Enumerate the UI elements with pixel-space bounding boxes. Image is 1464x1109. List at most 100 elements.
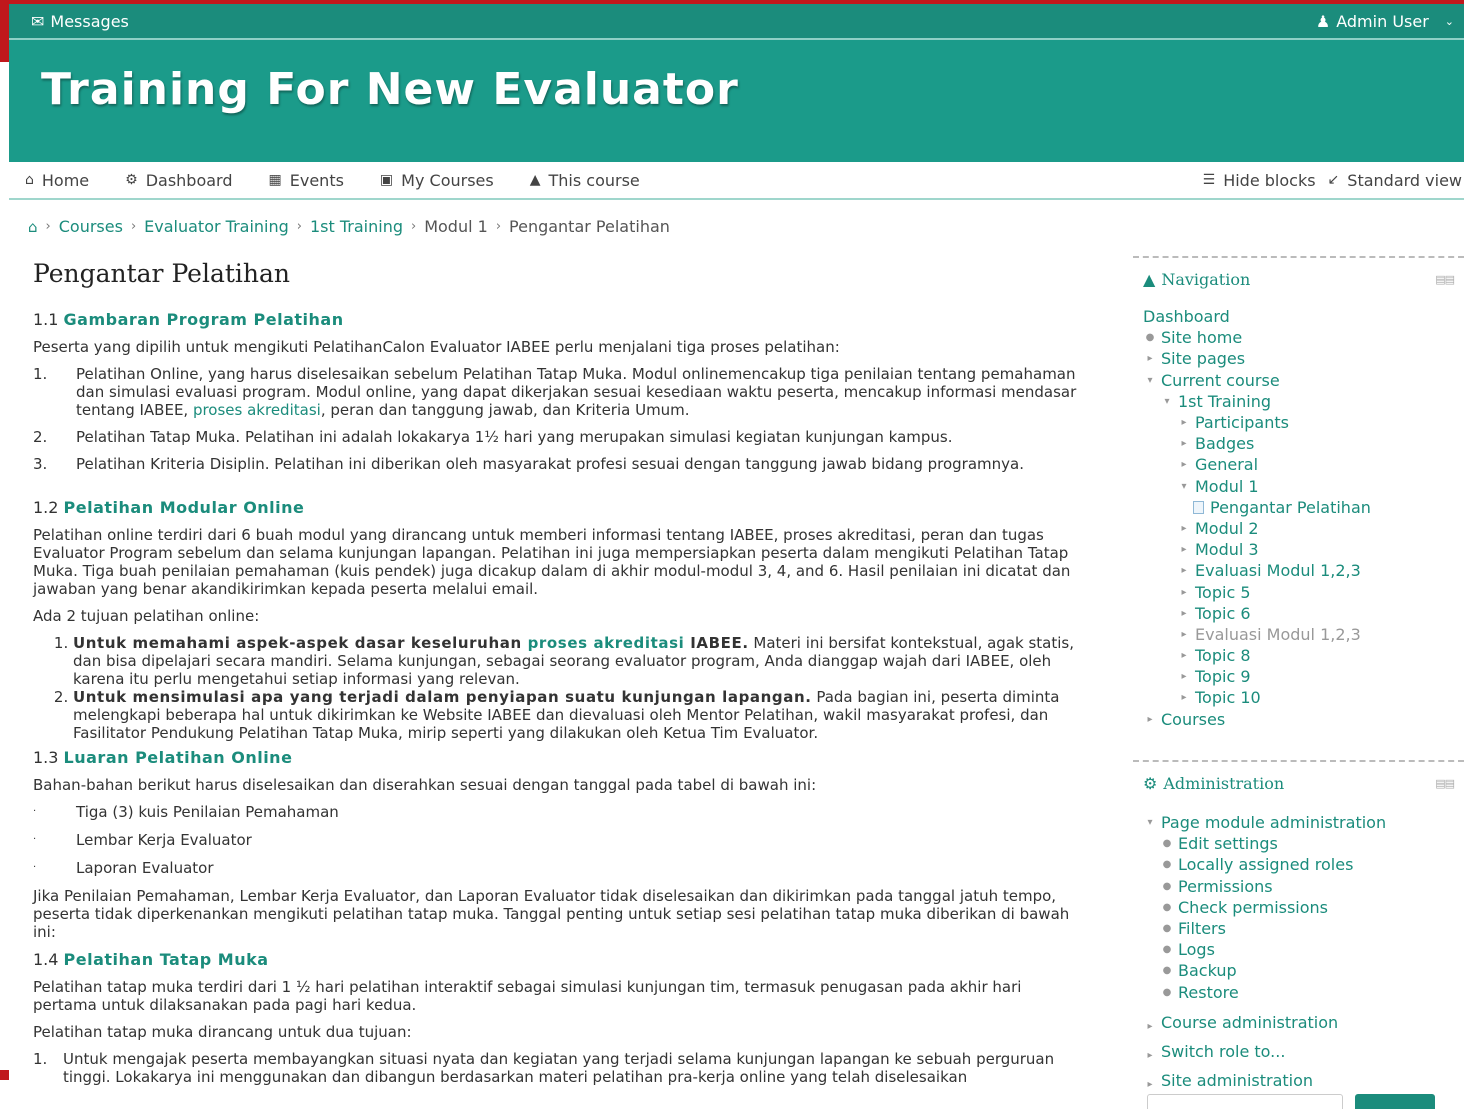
nav-tree-topic-9[interactable]: ▸ Topic 9 — [1133, 666, 1464, 687]
admin-site-administration[interactable]: ▸ Site administration — [1133, 1061, 1464, 1090]
list-item: · Tiga (3) kuis Penilaian Pemahaman — [33, 803, 339, 821]
messages-label: Messages — [50, 11, 129, 31]
nav-tree-badges[interactable]: ▸ Badges — [1133, 433, 1464, 454]
numbered-item: 1. Pelatihan Online, yang harus diselesa… — [33, 365, 1077, 419]
breadcrumb-courses[interactable]: Courses — [59, 217, 123, 236]
admin-locally-assigned-roles[interactable]: ● Locally assigned roles — [1133, 854, 1464, 875]
admin-check-permissions[interactable]: ● Check permissions — [1133, 897, 1464, 918]
section-heading-1-1: 1.1 Gambaran Program Pelatihan — [33, 310, 344, 329]
admin-switch-role[interactable]: ▸ Switch role to... — [1133, 1032, 1464, 1061]
navigation-block: ▲ Navigation ▤▤ Dashboard ● Site home ▸ Si… — [1133, 256, 1464, 730]
nav-tree-modul-3[interactable]: ▸ Modul 3 — [1133, 539, 1464, 560]
list-icon: ☰ — [1202, 172, 1216, 188]
section-heading-1-2: 1.2 Pelatihan Modular Online — [33, 498, 305, 517]
admin-permissions[interactable]: ● Permissions — [1133, 876, 1464, 897]
hide-blocks-label: Hide blocks — [1223, 170, 1316, 190]
nav-tree-topic-5[interactable]: ▸ Topic 5 — [1133, 581, 1464, 602]
proses-akreditasi-link[interactable]: proses akreditasi — [193, 401, 321, 419]
nav-tree-current-course[interactable]: ▾ Current course — [1133, 370, 1464, 391]
standard-view-button[interactable]: ↙ Standard view — [1328, 171, 1462, 190]
breadcrumb-1st-training[interactable]: 1st Training — [310, 217, 403, 236]
nav-this-course-label: This course — [548, 170, 640, 190]
nav-tree-site-home[interactable]: ● Site home — [1133, 327, 1464, 348]
block-controls-icon[interactable]: ▤▤ — [1435, 777, 1455, 790]
red-frame-left — [0, 0, 9, 62]
nav-tree-courses[interactable]: ▸ Courses — [1133, 709, 1464, 730]
paragraph: Pelatihan tatap muka terdiri dari 1 ½ ha… — [33, 978, 1022, 1014]
numbered-item: 1. Untuk mengajak peserta membayangkan si… — [33, 1050, 1055, 1086]
nav-dashboard-label: Dashboard — [145, 170, 233, 190]
nav-tree-topic-8[interactable]: ▸ Topic 8 — [1133, 645, 1464, 666]
proses-akreditasi-link-2[interactable]: proses akreditasi — [528, 634, 685, 652]
admin-edit-settings[interactable]: ● Edit settings — [1133, 833, 1464, 854]
numbered-item: 2. Pelatihan Tatap Muka. Pelatihan ini ad… — [33, 428, 953, 446]
nav-tree-evaluasi-modul[interactable]: ▸ Evaluasi Modul 1,2,3 — [1133, 560, 1464, 581]
admin-restore[interactable]: ● Restore — [1133, 982, 1464, 1003]
admin-backup[interactable]: ● Backup — [1133, 960, 1464, 981]
main-nav: ⌂ Home ⚙ Dashboard ▦ Events ▣ My Courses… — [9, 162, 1464, 200]
breadcrumb-evaluator-training[interactable]: Evaluator Training — [144, 217, 289, 236]
nav-tree-topic-6[interactable]: ▸ Topic 6 — [1133, 603, 1464, 624]
standard-view-label: Standard view — [1347, 170, 1462, 190]
messages-link[interactable]: ✉ Messages — [31, 12, 129, 31]
section-heading-1-3: 1.3 Luaran Pelatihan Online — [33, 748, 293, 767]
home-icon: ⌂ — [25, 172, 34, 188]
top-bar: ✉ Messages ♟ Admin User ⌄ — [9, 4, 1464, 38]
paragraph: Bahan-bahan berikut harus diselesaikan d… — [33, 776, 817, 794]
nav-tree-1st-training[interactable]: ▾ 1st Training — [1133, 391, 1464, 412]
dashboard-icon: ⚙ — [125, 172, 138, 188]
home-icon[interactable]: ⌂ — [28, 218, 38, 236]
nav-tree-modul-2[interactable]: ▸ Modul 2 — [1133, 518, 1464, 539]
breadcrumb-separator: › — [130, 219, 137, 234]
breadcrumb-separator: › — [495, 219, 502, 234]
list-item: Untuk mensimulasi apa yang terjadi dalam… — [73, 688, 1083, 742]
nav-my-courses[interactable]: ▣ My Courses — [380, 171, 494, 190]
nav-tree-participants[interactable]: ▸ Participants — [1133, 412, 1464, 433]
nav-this-course[interactable]: ▲ This course — [530, 171, 640, 190]
administration-block: ⚙ Administration ▤▤ ▾ Page module adminis… — [1133, 760, 1464, 1090]
admin-page-module[interactable]: ▾ Page module administration — [1133, 812, 1464, 833]
nav-dashboard[interactable]: ⚙ Dashboard — [125, 171, 232, 190]
list-item: Untuk memahami aspek-aspek dasar keselur… — [73, 634, 1083, 688]
block-controls-icon[interactable]: ▤▤ — [1435, 273, 1455, 286]
paragraph: Jika Penilaian Pemahaman, Lembar Kerja E… — [33, 887, 1070, 941]
nav-events-label: Events — [289, 170, 344, 190]
main-content: Pengantar Pelatihan 1.1 Gambaran Program… — [33, 258, 1083, 1095]
paragraph: Ada 2 tujuan pelatihan online: — [33, 607, 260, 625]
nav-tree-dashboard[interactable]: Dashboard — [1133, 306, 1464, 327]
briefcase-icon: ▣ — [379, 172, 394, 188]
breadcrumb-modul-1[interactable]: Modul 1 — [424, 217, 488, 236]
nav-home[interactable]: ⌂ Home — [25, 171, 89, 190]
admin-course-administration[interactable]: ▸ Course administration — [1133, 1003, 1464, 1032]
nav-tree-modul-1[interactable]: ▾ Modul 1 — [1133, 476, 1464, 497]
admin-search — [1147, 1094, 1435, 1109]
objectives-list: Untuk memahami aspek-aspek dasar keselur… — [53, 634, 1083, 742]
breadcrumb: ⌂ › Courses › Evaluator Training › 1st T… — [28, 217, 670, 236]
navigation-block-title: ▲ Navigation — [1143, 269, 1251, 289]
breadcrumb-current: Pengantar Pelatihan — [509, 217, 670, 236]
admin-search-button[interactable] — [1355, 1094, 1435, 1109]
site-title[interactable]: Training For New Evaluator — [41, 64, 739, 115]
nav-my-courses-label: My Courses — [401, 170, 494, 190]
user-menu[interactable]: ♟ Admin User ⌄ — [1316, 12, 1454, 31]
paragraph: Pelatihan online terdiri dari 6 buah mod… — [33, 526, 1071, 598]
site-banner: Training For New Evaluator — [9, 38, 1464, 162]
nav-tree-general[interactable]: ▸ General — [1133, 454, 1464, 475]
user-icon: ♟ — [1315, 11, 1331, 31]
list-item: · Lembar Kerja Evaluator — [33, 831, 252, 849]
nav-tree-evaluasi-modul-hidden[interactable]: ▸ Evaluasi Modul 1,2,3 — [1133, 624, 1464, 645]
nav-tree-site-pages[interactable]: ▸ Site pages — [1133, 348, 1464, 369]
numbered-item: 3. Pelatihan Kriteria Disiplin. Pelatihan… — [33, 455, 1024, 473]
navigation-tree: Dashboard ● Site home ▸ Site pages ▾ Curren… — [1133, 306, 1464, 730]
admin-filters[interactable]: ● Filters — [1133, 918, 1464, 939]
breadcrumb-separator: › — [411, 219, 417, 234]
sitemap-icon: ▲ — [529, 172, 541, 188]
nav-tree-pengantar-pelatihan[interactable]: Pengantar Pelatihan — [1133, 497, 1464, 518]
administration-tree: ▾ Page module administration ● Edit settin… — [1133, 812, 1464, 1090]
admin-logs[interactable]: ● Logs — [1133, 939, 1464, 960]
hide-blocks-button[interactable]: ☰ Hide blocks — [1203, 171, 1316, 190]
nav-tree-topic-10[interactable]: ▸ Topic 10 — [1133, 687, 1464, 708]
admin-search-input[interactable] — [1147, 1094, 1343, 1109]
envelope-icon: ✉ — [31, 11, 45, 31]
nav-events[interactable]: ▦ Events — [269, 171, 344, 190]
